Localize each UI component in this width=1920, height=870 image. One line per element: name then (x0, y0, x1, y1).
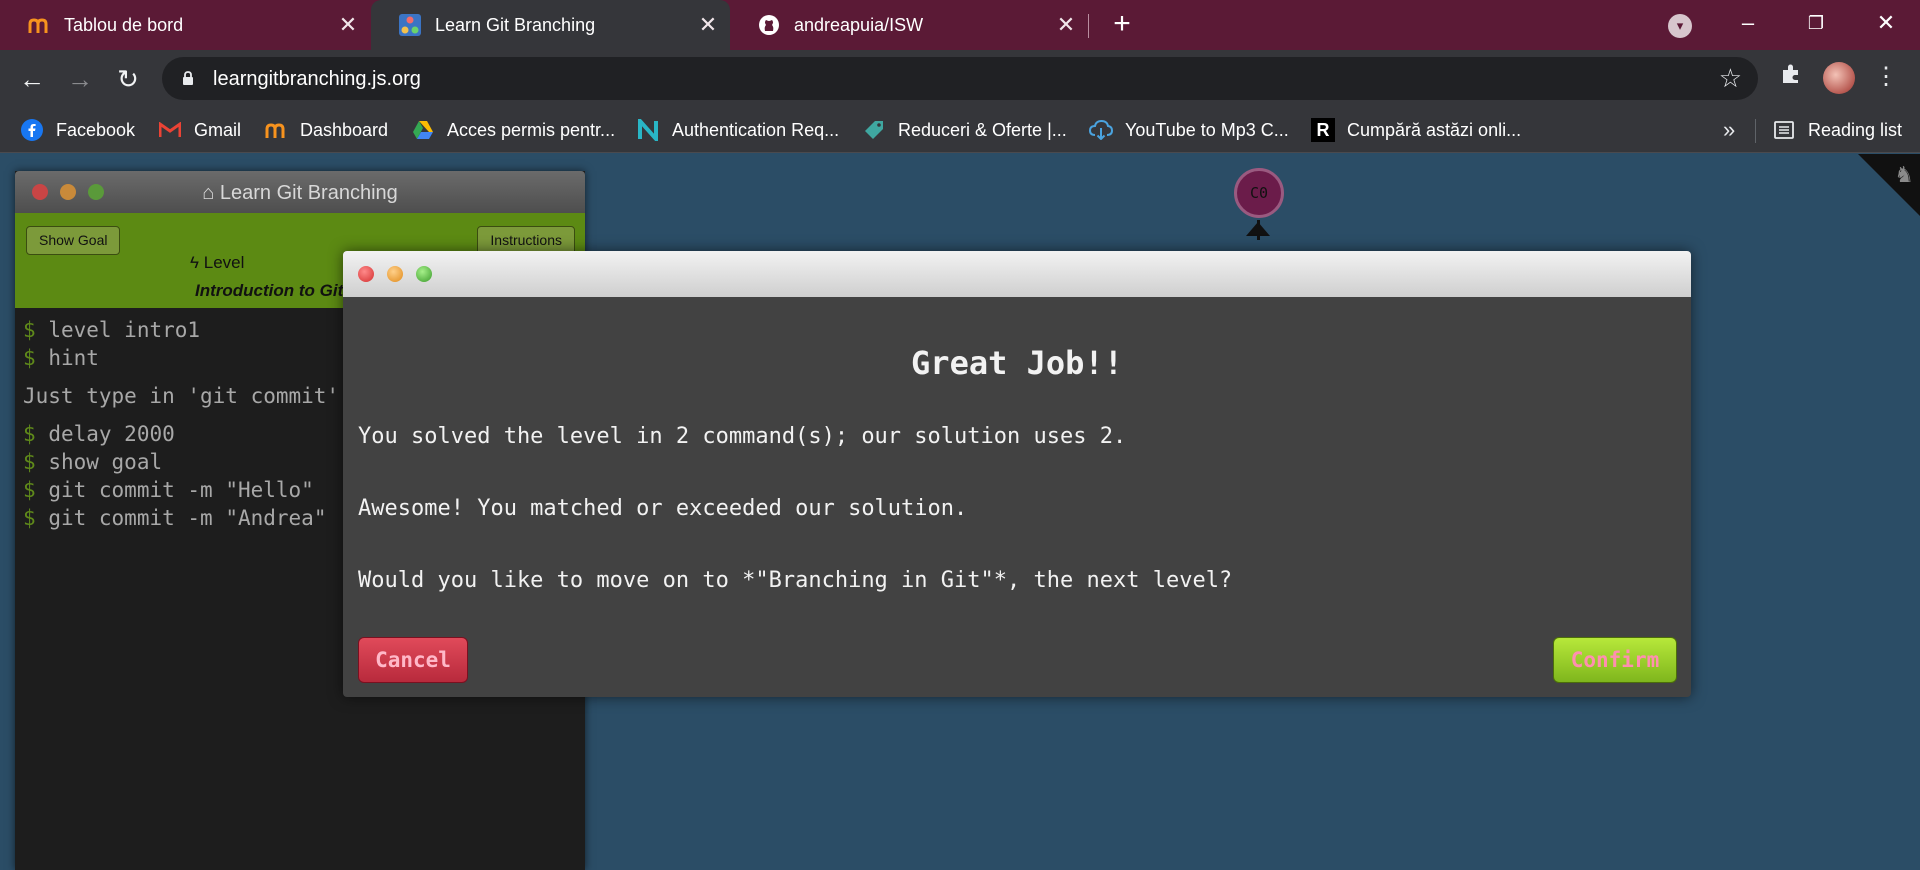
maximize-dot-icon[interactable] (416, 266, 432, 282)
address-bar[interactable]: learngitbranching.js.org ☆ (162, 57, 1758, 100)
dialog-message-1: You solved the level in 2 command(s); ou… (358, 424, 1127, 449)
extensions-icon[interactable] (1776, 62, 1806, 92)
url-text[interactable]: learngitbranching.js.org (213, 68, 421, 91)
dialog-titlebar (343, 251, 1691, 297)
close-icon[interactable]: ✕ (336, 13, 360, 37)
bookmark-label: Acces permis pentr... (447, 119, 616, 140)
bookmark-label: Gmail (194, 119, 242, 140)
gmail-icon (158, 118, 182, 142)
bookmark-label: Reduceri & Oferte |... (898, 119, 1067, 140)
bookmark-label: Facebook (56, 119, 136, 140)
lock-icon[interactable] (182, 71, 194, 86)
reload-icon[interactable]: ↻ (112, 63, 144, 95)
back-icon[interactable]: ← (16, 63, 48, 95)
tab-github[interactable]: andreapuia/ISW ✕ (730, 0, 1088, 50)
learngit-icon (399, 14, 421, 36)
tab-title: andreapuia/ISW (794, 14, 924, 35)
google-drive-icon (411, 118, 435, 142)
restore-icon[interactable]: ❐ (1796, 8, 1836, 38)
new-tab-button[interactable]: + (1106, 9, 1138, 41)
terminal-titlebar: ⌂ Learn Git Branching (15, 171, 585, 213)
minimize-icon[interactable]: – (1728, 8, 1768, 38)
tab-search-icon[interactable]: ▾ (1668, 14, 1692, 38)
terminal-title: ⌂ Learn Git Branching (202, 182, 398, 204)
menu-dots-icon[interactable]: ⋮ (1873, 60, 1899, 94)
github-icon (758, 14, 780, 36)
tab-tablou-de-bord[interactable]: Tablou de bord ✕ (0, 0, 370, 50)
bookmark-authentication[interactable]: Authentication Req... (636, 115, 839, 145)
reading-list-icon (1772, 118, 1796, 142)
octocat-icon: ♞ (1894, 162, 1914, 187)
tab-separator (1088, 14, 1089, 38)
commit-arrowhead (1246, 222, 1270, 236)
tag-icon (862, 118, 886, 142)
n-logo-icon (636, 118, 660, 142)
forward-icon[interactable]: → (64, 63, 96, 95)
moodle-icon (28, 14, 50, 36)
bookmark-cumpara[interactable]: R Cumpără astăzi onli... (1311, 115, 1521, 145)
reading-list-label: Reading list (1808, 119, 1903, 140)
level-complete-dialog: Great Job!! You solved the level in 2 co… (343, 251, 1691, 697)
r-logo-icon: R (1311, 118, 1335, 142)
tab-learn-git-branching[interactable]: Learn Git Branching ✕ (371, 0, 730, 50)
bookmark-reduceri[interactable]: Reduceri & Oferte |... (862, 115, 1067, 145)
tab-title: Tablou de bord (64, 14, 184, 35)
cloud-download-icon (1089, 118, 1113, 142)
bookmark-label: Dashboard (300, 119, 389, 140)
profile-avatar[interactable] (1823, 62, 1855, 94)
reading-list-button[interactable]: Reading list (1772, 115, 1902, 145)
dialog-heading: Great Job!! (911, 344, 1123, 382)
close-icon[interactable]: ✕ (696, 13, 720, 37)
dialog-message-2: Awesome! You matched or exceeded our sol… (358, 496, 968, 521)
bookmark-dashboard[interactable]: Dashboard (264, 115, 388, 145)
bookmark-gmail[interactable]: Gmail (158, 115, 241, 145)
cancel-button[interactable]: Cancel (358, 637, 468, 683)
bookmarks-separator (1755, 119, 1756, 143)
moodle-icon (264, 118, 288, 142)
home-icon: ⌂ (202, 182, 220, 204)
commit-node[interactable]: C0 (1234, 168, 1284, 218)
bookmarks-bar: Facebook Gmail Dashboard Acces permis pe… (0, 107, 1920, 153)
bookmark-acces-permis[interactable]: Acces permis pentr... (411, 115, 615, 145)
bookmark-label: YouTube to Mp3 C... (1125, 119, 1289, 140)
window-close-icon[interactable]: ✕ (1866, 8, 1906, 38)
bookmark-label: Cumpără astăzi onli... (1347, 119, 1522, 140)
more-bookmarks-icon[interactable]: » (1723, 117, 1735, 143)
bookmark-label: Authentication Req... (672, 119, 840, 140)
tab-strip: Tablou de bord ✕ Learn Git Branching ✕ a… (0, 0, 1920, 50)
dialog-message-3: Would you like to move on to *"Branching… (358, 568, 1233, 593)
github-corner[interactable]: ♞ (1858, 154, 1920, 216)
bolt-icon: ϟ (190, 253, 204, 272)
tab-title: Learn Git Branching (435, 14, 596, 35)
close-icon[interactable]: ✕ (1054, 13, 1078, 37)
bookmark-star-icon[interactable]: ☆ (1719, 64, 1742, 92)
show-goal-button[interactable]: Show Goal (26, 226, 121, 255)
browser-toolbar: ← → ↻ learngitbranching.js.org ☆ (0, 50, 1920, 107)
close-dot-icon[interactable] (358, 266, 374, 282)
confirm-button[interactable]: Confirm (1553, 637, 1677, 683)
level-label: ϟ Level (190, 253, 245, 272)
facebook-icon (20, 118, 44, 142)
bookmark-facebook[interactable]: Facebook (20, 115, 135, 145)
minimize-dot-icon[interactable] (387, 266, 403, 282)
bookmark-youtube-mp3[interactable]: YouTube to Mp3 C... (1089, 115, 1289, 145)
